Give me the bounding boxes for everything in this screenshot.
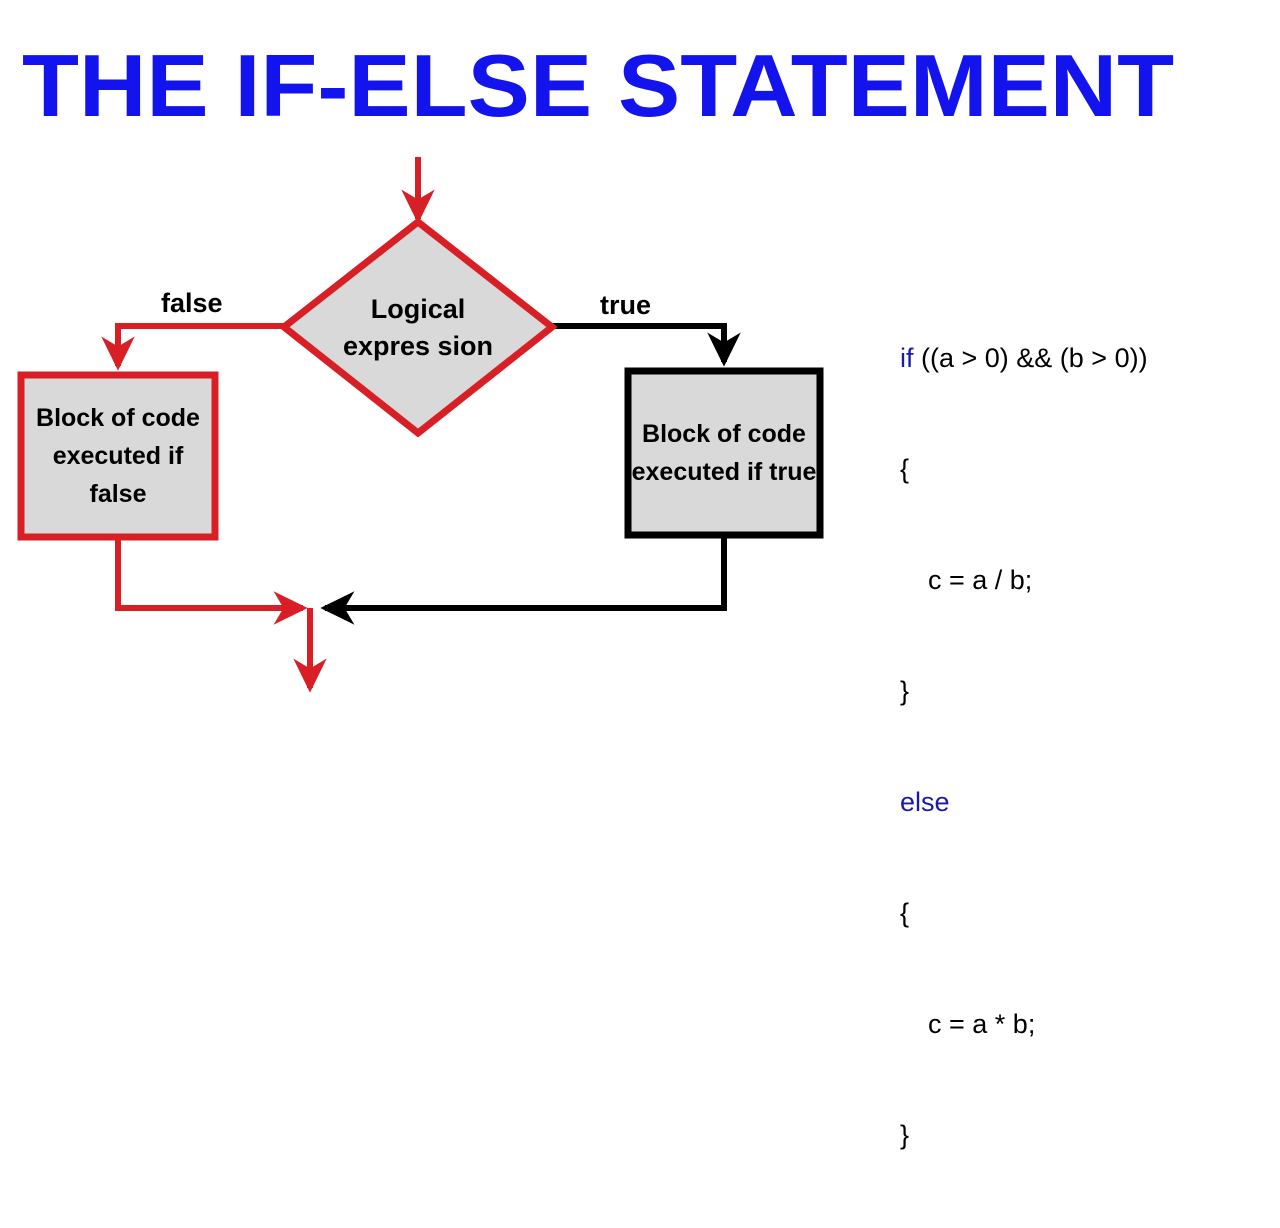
- code-line-3-text: c = a / b;: [928, 565, 1033, 595]
- code-line-7: c = a * b;: [900, 1006, 1250, 1043]
- code-line-7-text: c = a * b;: [928, 1009, 1036, 1039]
- edge-true-branch: [553, 323, 741, 367]
- code-line-1-rest: ((a > 0) && (b > 0)): [913, 343, 1148, 373]
- code-line-6: {: [900, 895, 1250, 932]
- code-line-1: if ((a > 0) && (b > 0)): [900, 340, 1250, 377]
- code-line-2: {: [900, 451, 1250, 488]
- slide-canvas: THE IF-ELSE STATEMENT Logical expres sio…: [0, 0, 1280, 1150]
- edge-false-merge: [115, 540, 308, 625]
- code-line-8-text: }: [900, 1120, 910, 1150]
- decision-node[interactable]: [278, 217, 558, 438]
- edge-label-true: true: [600, 290, 652, 320]
- edge-false-branch: [101, 323, 284, 371]
- code-line-5: else: [900, 784, 1250, 821]
- edge-label-false: false: [161, 288, 223, 318]
- code-line-8: }: [900, 1117, 1250, 1154]
- edge-true-merge: [320, 538, 727, 625]
- code-line-6-text: {: [900, 898, 910, 928]
- code-line-2-text: {: [900, 454, 910, 484]
- false-block-node[interactable]: [17, 371, 219, 541]
- code-line-4: }: [900, 673, 1250, 710]
- code-line-4-text: }: [900, 676, 910, 706]
- code-line-3: c = a / b;: [900, 562, 1250, 599]
- code-keyword-else: else: [900, 787, 950, 817]
- true-block-node[interactable]: [624, 367, 824, 539]
- code-snippet: if ((a > 0) && (b > 0)) { c = a / b; } e…: [900, 266, 1250, 1228]
- code-keyword-if: if: [900, 343, 914, 373]
